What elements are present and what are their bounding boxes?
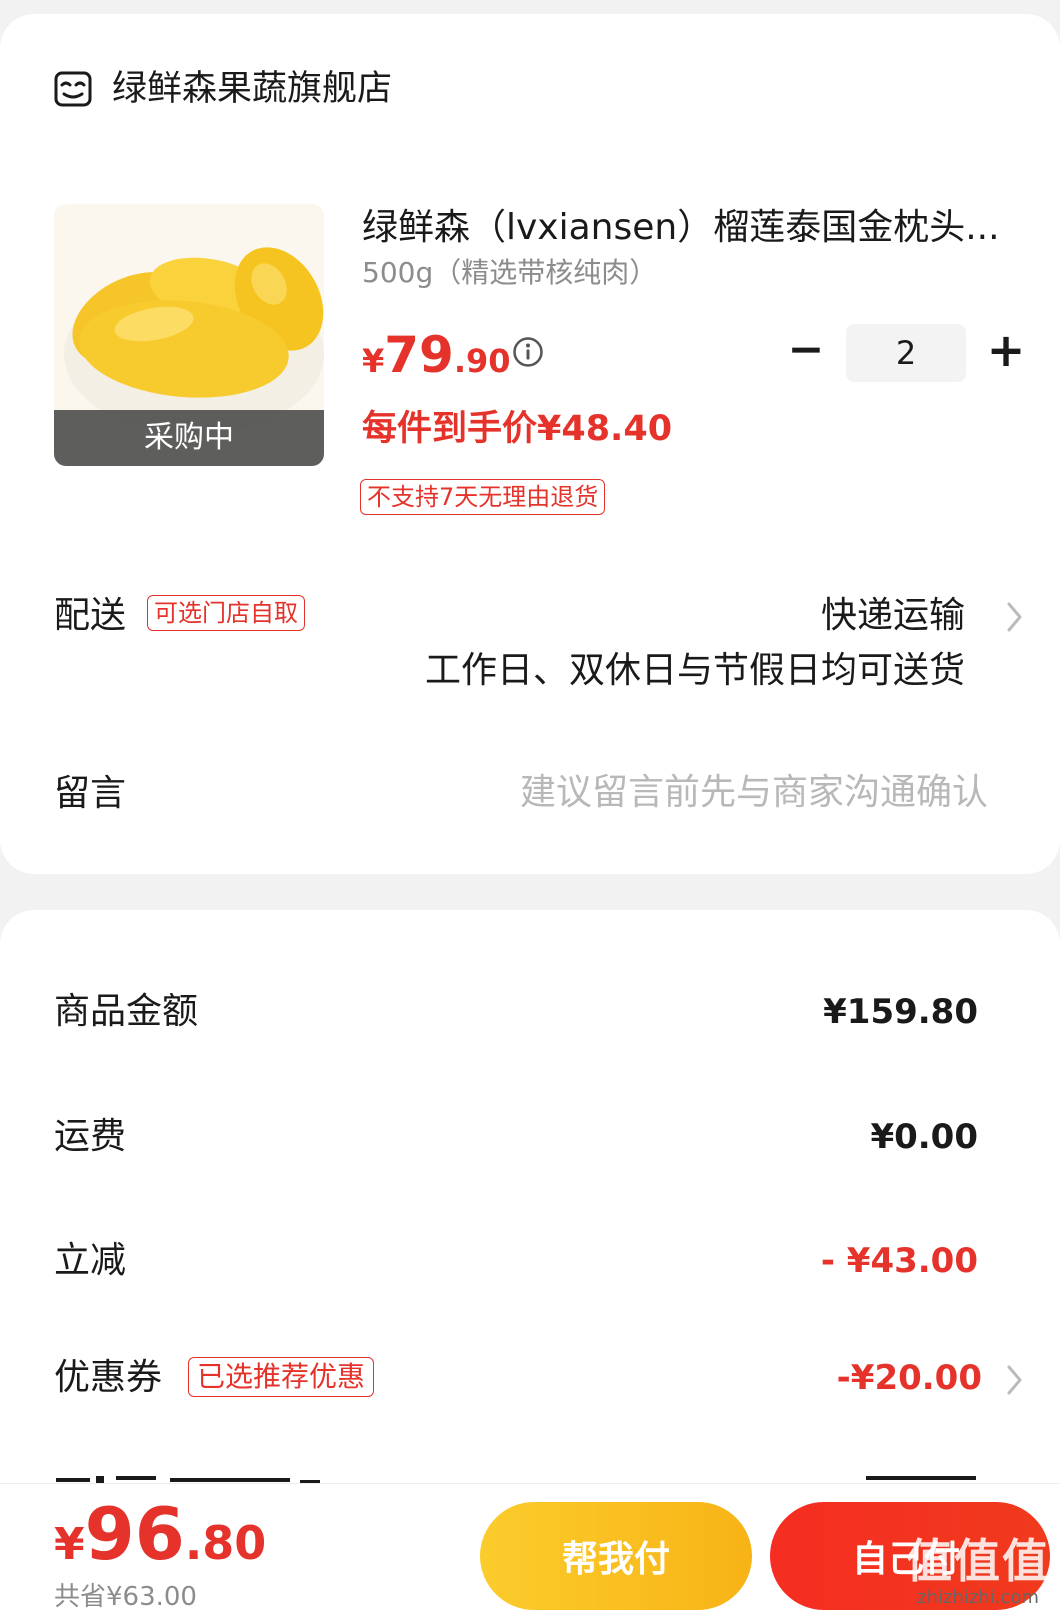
product-variant[interactable]: 500g（精选带核纯肉） [362,254,657,292]
watermark-logo-text: 值值值 [906,1534,1050,1588]
price-decimal: .90 [453,342,511,380]
goods-amount-label: 商品金额 [54,991,199,1032]
info-icon[interactable] [512,336,544,368]
total-currency: ¥ [54,1519,85,1570]
image-status-badge: 采购中 [54,410,324,466]
pickup-option-tag: 可选门店自取 [147,595,305,631]
help-me-pay-button[interactable]: 帮我付 [480,1502,752,1610]
unit-price-after-discount: 每件到手价¥48.40 [362,409,673,449]
chevron-right-icon[interactable] [1004,1362,1026,1398]
site-watermark: 值值值 zhizhizhi.com [906,1535,1050,1609]
product-title[interactable]: 绿鲜森（lvxiansen）榴莲泰国金枕头... [362,204,1022,252]
total-savings: 共省¥63.00 [54,1582,197,1612]
total-decimal: .80 [184,1516,267,1570]
total-price: ¥96.80 [54,1492,266,1576]
delivery-label: 配送 [54,595,127,636]
quantity-decrease-button[interactable]: − [786,328,826,372]
instant-discount-value: - ¥43.00 [820,1241,978,1281]
store-name[interactable]: 绿鲜森果蔬旗舰店 [112,66,392,112]
message-label: 留言 [54,773,127,814]
order-item-card: 绿鲜森果蔬旗舰店 采购中 绿鲜森（lvxiansen）榴莲泰国金枕头... 50… [0,14,1060,874]
shipping-label: 运费 [54,1116,127,1157]
quantity-value[interactable]: 2 [846,324,966,382]
product-price: ¥79.90 [362,326,511,386]
instant-discount-label: 立减 [54,1240,127,1281]
price-currency: ¥ [362,342,385,380]
coupon-label[interactable]: 优惠券 [54,1354,162,1402]
store-icon [54,71,92,107]
total-integer: 96 [84,1492,185,1576]
goods-amount-value: ¥159.80 [823,992,978,1032]
coupon-selected-tag[interactable]: 已选推荐优惠 [188,1357,375,1397]
message-input[interactable] [428,766,988,818]
checkout-bar: ¥96.80 共省¥63.00 帮我付 自己付 值值值 zhizhizhi.co… [0,1483,1060,1615]
return-policy-tag: 不支持7天无理由退货 [360,479,606,515]
delivery-method[interactable]: 快递运输 [821,592,965,640]
price-integer: 79 [384,326,454,384]
shipping-value: ¥0.00 [870,1117,978,1157]
product-image[interactable]: 采购中 [54,204,324,466]
chevron-right-icon[interactable] [1004,599,1026,635]
quantity-increase-button[interactable]: + [986,327,1026,373]
watermark-url: zhizhizhi.com [917,1587,1039,1608]
coupon-value[interactable]: -¥20.00 [837,1354,982,1402]
delivery-schedule-note: 工作日、双休日与节假日均可送货 [424,650,965,691]
